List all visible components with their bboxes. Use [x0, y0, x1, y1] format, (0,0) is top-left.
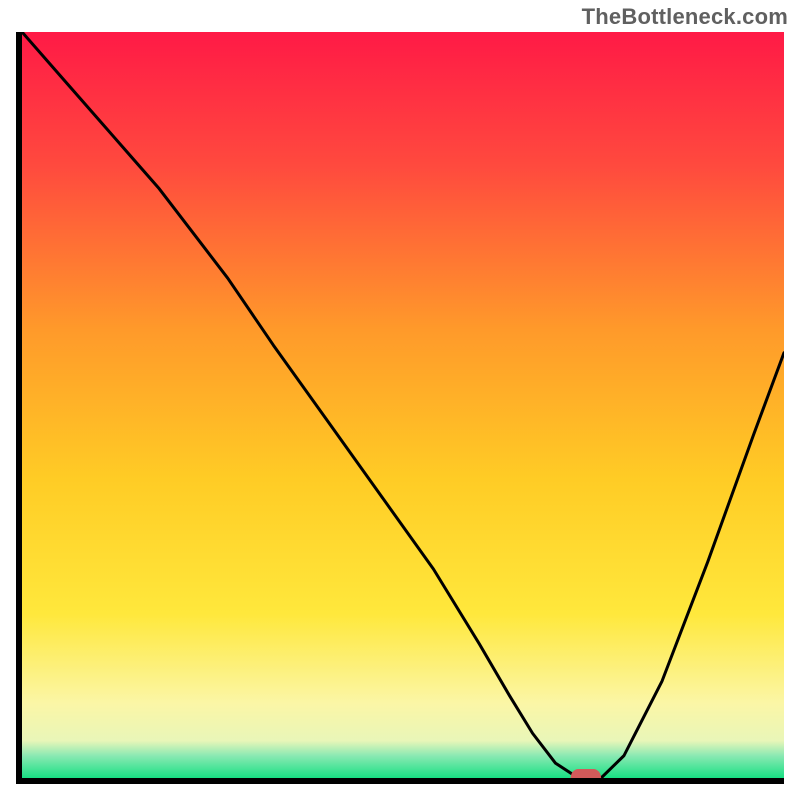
gradient-background — [22, 32, 784, 778]
chart-area — [16, 32, 784, 784]
min-marker — [571, 769, 601, 778]
watermark-text: TheBottleneck.com — [582, 4, 788, 30]
chart-svg — [22, 32, 784, 778]
